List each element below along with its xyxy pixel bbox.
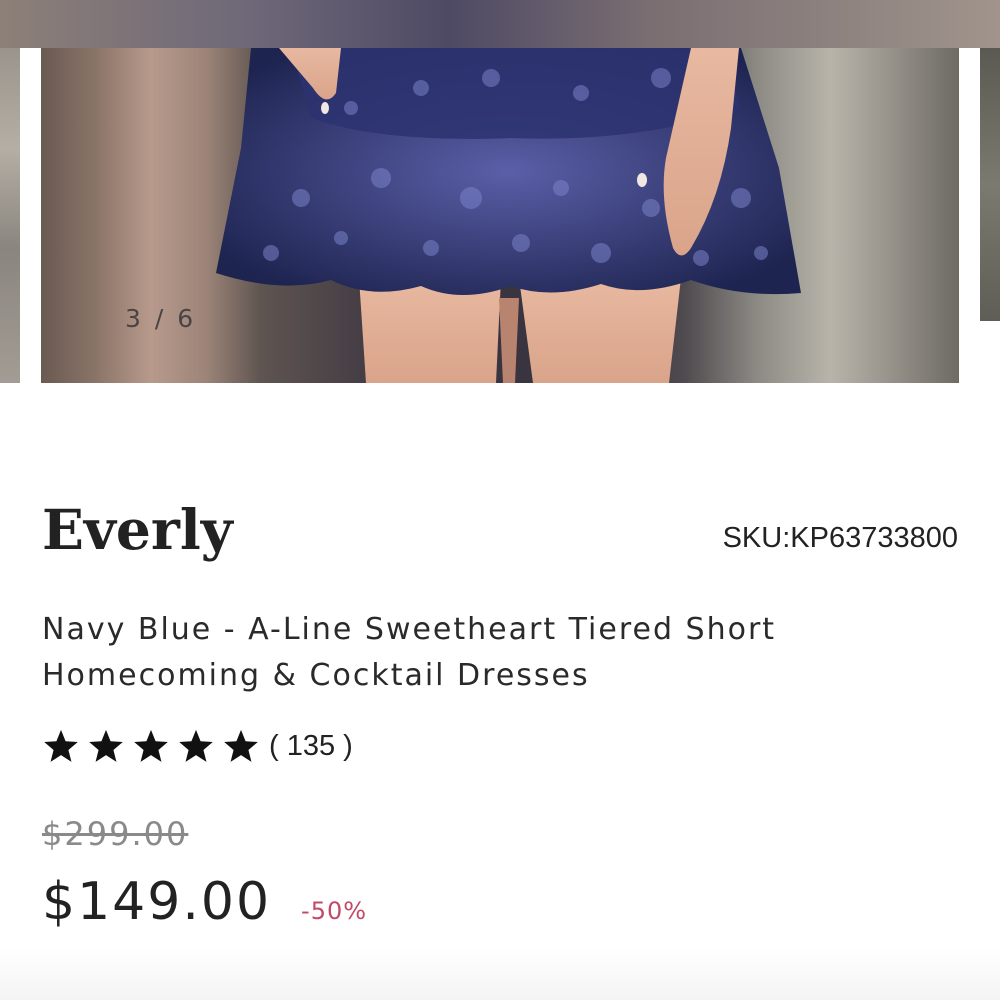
product-title-line-2: Homecoming & Cocktail Dresses [42,658,590,693]
bottom-fade [0,948,1000,1000]
slide-counter: 3 / 6 [125,304,197,333]
next-slide-peek[interactable] [980,48,1000,321]
star-rating [42,727,267,765]
star-icon [134,729,168,762]
sale-price-row: $149.00 -50% [42,872,367,932]
discount-badge: -50% [301,897,368,925]
product-title: Navy Blue - A-Line Sweetheart Tiered Sho… [42,607,922,699]
star-icon [224,729,258,762]
review-count[interactable]: ( 135 ) [269,730,353,763]
image-carousel[interactable]: 3 / 6 [0,48,1000,383]
star-icon [89,729,123,762]
original-price: $299.00 [42,815,189,853]
product-image[interactable]: 3 / 6 [41,48,959,383]
product-title-line-1: Navy Blue - A-Line Sweetheart Tiered Sho… [42,612,777,647]
product-rating[interactable]: ( 135 ) [42,727,353,765]
top-image-strip [0,0,1000,48]
brand-name: Everly [42,497,233,562]
star-icon [179,729,213,762]
sale-price: $149.00 [42,872,272,932]
star-icon [44,729,78,762]
previous-slide-peek[interactable] [0,48,20,383]
sku-label: SKU:KP63733800 [722,522,958,554]
